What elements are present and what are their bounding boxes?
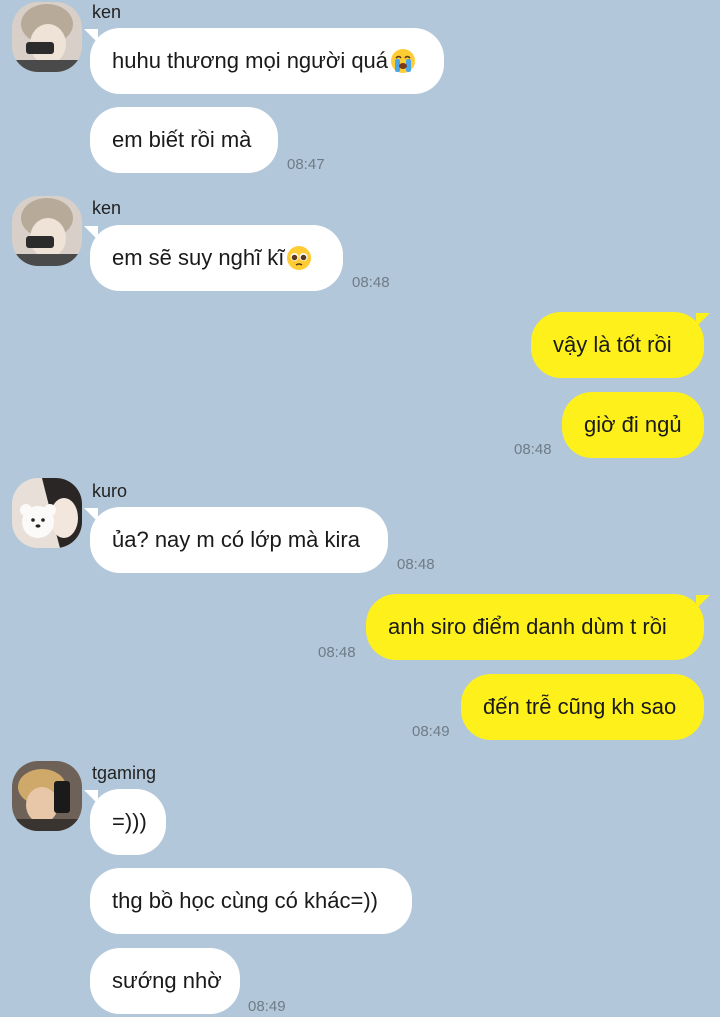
- avatar-kuro[interactable]: [12, 478, 82, 548]
- timestamp: 08:47: [287, 156, 325, 173]
- message-text: huhu thương mọi người quá: [112, 48, 389, 73]
- timestamp: 08:48: [352, 274, 390, 291]
- sender-name: tgaming: [92, 763, 157, 783]
- message-bubble[interactable]: em biết rồi mà: [90, 107, 278, 173]
- timestamp: 08:48: [514, 441, 552, 458]
- message-text: đến trễ cũng kh sao: [483, 694, 677, 719]
- message-bubble[interactable]: vậy là tốt rồi: [531, 312, 704, 378]
- message-bubble[interactable]: =))): [90, 789, 166, 855]
- message-text: em sẽ suy nghĩ kĩ: [112, 245, 285, 270]
- message-text: sướng nhờ: [112, 968, 222, 993]
- message-text: =))): [112, 809, 147, 834]
- sender-name: kuro: [92, 481, 128, 501]
- message-bubble[interactable]: thg bồ học cùng có khác=)): [90, 868, 412, 934]
- message-bubble[interactable]: ủa? nay m có lớp mà kira: [90, 507, 388, 573]
- sender-name: ken: [92, 198, 122, 218]
- message-text: giờ đi ngủ: [584, 412, 682, 437]
- avatar-tgaming[interactable]: [12, 761, 82, 831]
- timestamp: 08:49: [248, 998, 286, 1015]
- avatar-ken[interactable]: [12, 196, 82, 266]
- timestamp: 08:48: [318, 644, 356, 661]
- message-text: vậy là tốt rồi: [553, 332, 672, 357]
- message-bubble[interactable]: huhu thương mọi người quá: [90, 28, 444, 94]
- message-bubble[interactable]: giờ đi ngủ: [562, 392, 704, 458]
- message-bubble[interactable]: anh siro điểm danh dùm t rồi: [366, 594, 704, 660]
- message-bubble[interactable]: sướng nhờ: [90, 948, 240, 1014]
- message-bubble[interactable]: đến trễ cũng kh sao: [461, 674, 704, 740]
- message-text: em biết rồi mà: [112, 127, 252, 152]
- timestamp: 08:49: [412, 723, 450, 740]
- message-text: ủa? nay m có lớp mà kira: [112, 527, 360, 552]
- message-bubble[interactable]: em sẽ suy nghĩ kĩ: [90, 225, 343, 291]
- pleading-face-icon: [287, 246, 312, 270]
- loudly-crying-face-icon: [391, 49, 416, 73]
- message-text: anh siro điểm danh dùm t rồi: [388, 614, 667, 639]
- timestamp: 08:48: [397, 556, 435, 573]
- avatar-ken[interactable]: [12, 2, 82, 72]
- message-text: thg bồ học cùng có khác=)): [112, 888, 378, 913]
- sender-name: ken: [92, 2, 122, 22]
